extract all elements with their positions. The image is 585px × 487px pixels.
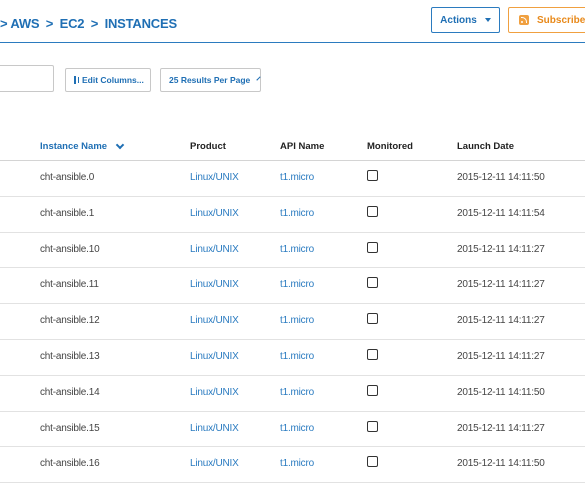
monitored-checkbox[interactable] xyxy=(367,348,378,360)
column-header-api-name[interactable]: API Name xyxy=(280,141,324,152)
table-row[interactable]: cht-ansible.14 Linux/UNIX t1.micro 2015-… xyxy=(0,376,585,412)
monitored-checkbox[interactable] xyxy=(367,277,378,289)
instance-name-cell: cht-ansible.10 xyxy=(40,243,100,255)
instance-name-cell: cht-ansible.0 xyxy=(40,172,95,183)
instance-name-cell: cht-ansible.1 xyxy=(40,207,95,219)
column-header-launch-date[interactable]: Launch Date xyxy=(457,141,514,152)
instance-name-cell: cht-ansible.16 xyxy=(40,458,100,470)
table-row[interactable]: cht-ansible.16 Linux/UNIX t1.micro 2015-… xyxy=(0,447,585,484)
api-name-link[interactable]: t1.micro xyxy=(280,208,314,219)
instance-name-cell: cht-ansible.14 xyxy=(40,386,100,398)
product-link[interactable]: Linux/UNIX xyxy=(190,351,239,362)
api-name-link[interactable]: t1.micro xyxy=(280,315,314,326)
breadcrumb-item-aws[interactable]: AWS xyxy=(10,16,39,31)
results-per-page-label: 25 Results Per Page xyxy=(169,75,251,85)
api-name-link[interactable]: t1.micro xyxy=(280,458,314,469)
launch-date-cell: 2015-12-11 14:11:50 xyxy=(457,172,545,183)
api-name-link[interactable]: t1.micro xyxy=(280,351,314,362)
table-row[interactable]: cht-ansible.0 Linux/UNIX t1.micro 2015-1… xyxy=(0,161,585,197)
product-link[interactable]: Linux/UNIX xyxy=(190,208,239,219)
launch-date-cell: 2015-12-11 14:11:54 xyxy=(457,207,545,219)
actions-label: Actions xyxy=(440,14,477,26)
columns-icon xyxy=(74,76,79,84)
monitored-checkbox[interactable] xyxy=(367,205,378,217)
api-name-link[interactable]: t1.micro xyxy=(280,279,314,290)
instances-table-body: cht-ansible.0 Linux/UNIX t1.micro 2015-1… xyxy=(0,161,585,484)
product-link[interactable]: Linux/UNIX xyxy=(190,423,239,434)
column-header-label: Instance Name xyxy=(40,141,108,152)
product-link[interactable]: Linux/UNIX xyxy=(190,279,239,290)
instance-name-cell: cht-ansible.12 xyxy=(40,315,100,327)
launch-date-cell: 2015-12-11 14:11:27 xyxy=(457,279,545,291)
chevron-down-icon xyxy=(256,76,261,81)
breadcrumb-separator: > xyxy=(0,16,8,31)
monitored-checkbox[interactable] xyxy=(367,384,378,396)
breadcrumb-item-instances: INSTANCES xyxy=(104,16,178,31)
launch-date-cell: 2015-12-11 14:11:50 xyxy=(457,386,545,398)
launch-date-cell: 2015-12-11 14:11:27 xyxy=(457,422,545,434)
breadcrumb-item-ec2[interactable]: EC2 xyxy=(60,16,85,31)
breadcrumb: > AWS > EC2 > INSTANCES xyxy=(0,16,177,31)
subscribe-button[interactable]: Subscribe xyxy=(508,7,585,33)
product-link[interactable]: Linux/UNIX xyxy=(190,387,239,398)
table-row[interactable]: cht-ansible.12 Linux/UNIX t1.micro 2015-… xyxy=(0,304,585,340)
actions-button[interactable]: Actions xyxy=(431,7,500,33)
monitored-checkbox[interactable] xyxy=(367,420,378,432)
breadcrumb-separator: > xyxy=(45,16,54,31)
instance-name-cell: cht-ansible.15 xyxy=(40,422,100,434)
search-input[interactable] xyxy=(0,65,54,92)
table-row[interactable]: cht-ansible.1 Linux/UNIX t1.micro 2015-1… xyxy=(0,197,585,233)
monitored-checkbox[interactable] xyxy=(367,456,378,468)
sort-desc-icon xyxy=(115,140,125,149)
breadcrumb-separator: > xyxy=(90,16,99,31)
column-header-product[interactable]: Product xyxy=(190,141,226,152)
api-name-link[interactable]: t1.micro xyxy=(280,172,314,183)
table-row[interactable]: cht-ansible.11 Linux/UNIX t1.micro 2015-… xyxy=(0,268,585,305)
monitored-checkbox[interactable] xyxy=(367,241,378,253)
instance-name-cell: cht-ansible.13 xyxy=(40,350,100,362)
chevron-down-icon xyxy=(484,18,491,22)
api-name-link[interactable]: t1.micro xyxy=(280,244,314,255)
column-header-monitored[interactable]: Monitored xyxy=(367,141,413,152)
launch-date-cell: 2015-12-11 14:11:27 xyxy=(457,243,545,255)
instance-name-cell: cht-ansible.11 xyxy=(40,279,99,291)
monitored-checkbox[interactable] xyxy=(367,170,378,181)
subscribe-label: Subscribe xyxy=(537,14,585,26)
api-name-link[interactable]: t1.micro xyxy=(280,423,314,434)
table-row[interactable]: cht-ansible.15 Linux/UNIX t1.micro 2015-… xyxy=(0,412,585,448)
api-name-link[interactable]: t1.micro xyxy=(280,387,314,398)
launch-date-cell: 2015-12-11 14:11:27 xyxy=(457,315,545,327)
rss-icon xyxy=(519,15,529,25)
product-link[interactable]: Linux/UNIX xyxy=(190,458,239,469)
monitored-checkbox[interactable] xyxy=(367,313,378,325)
edit-columns-label: Edit Columns... xyxy=(82,75,144,85)
page-header: > AWS > EC2 > INSTANCES Actions Subscrib… xyxy=(0,0,585,43)
table-row[interactable]: cht-ansible.10 Linux/UNIX t1.micro 2015-… xyxy=(0,233,585,269)
column-header-instance-name[interactable]: Instance Name xyxy=(40,140,125,152)
results-per-page-dropdown[interactable]: 25 Results Per Page xyxy=(160,68,261,92)
launch-date-cell: 2015-12-11 14:11:50 xyxy=(457,458,545,470)
product-link[interactable]: Linux/UNIX xyxy=(190,244,239,255)
launch-date-cell: 2015-12-11 14:11:27 xyxy=(457,350,545,362)
table-row[interactable]: cht-ansible.13 Linux/UNIX t1.micro 2015-… xyxy=(0,340,585,376)
product-link[interactable]: Linux/UNIX xyxy=(190,172,239,183)
product-link[interactable]: Linux/UNIX xyxy=(190,315,239,326)
edit-columns-button[interactable]: Edit Columns... xyxy=(65,68,151,92)
